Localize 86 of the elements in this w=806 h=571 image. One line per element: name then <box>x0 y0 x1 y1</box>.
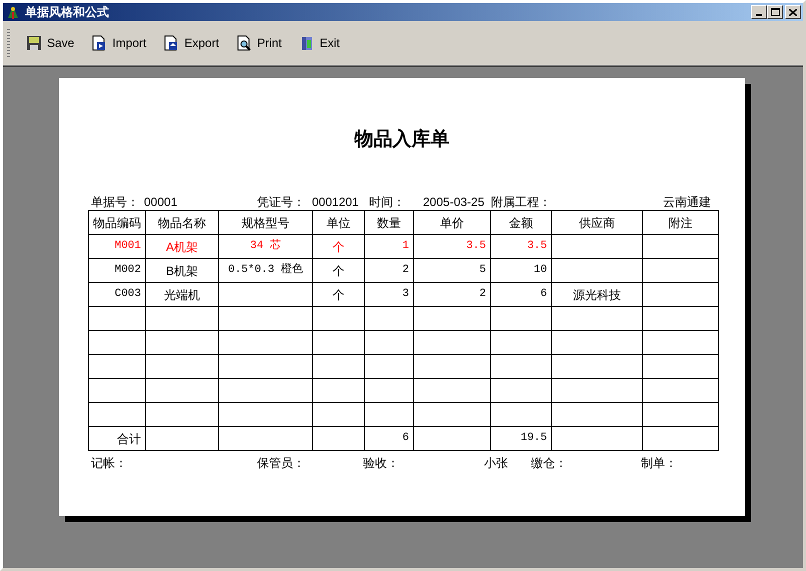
table-cell: 光端机 <box>146 282 218 306</box>
table-cell: 2 <box>414 282 490 306</box>
minimize-button[interactable] <box>751 5 767 19</box>
table-cell <box>490 354 552 378</box>
table-cell <box>490 306 552 330</box>
table-cell: 19.5 <box>490 426 552 450</box>
column-header: 单价 <box>414 210 490 234</box>
close-button[interactable] <box>785 5 801 19</box>
table-cell: 2 <box>364 258 414 282</box>
table-cell <box>364 378 414 402</box>
toolbar-button[interactable]: Exit <box>296 32 342 54</box>
table-cell <box>88 402 146 426</box>
field-label: 附属工程： <box>491 194 552 209</box>
table-cell: 个 <box>312 282 364 306</box>
table-cell <box>88 378 146 402</box>
document-arrow-icon <box>163 35 180 51</box>
toolbar-button[interactable]: Save <box>24 32 76 54</box>
close-icon <box>789 8 797 16</box>
field-value: 云南通建 <box>663 194 711 209</box>
table-cell: M002 <box>88 258 146 282</box>
table-cell: 5 <box>414 258 490 282</box>
column-header: 物品名称 <box>146 210 218 234</box>
table-cell <box>312 354 364 378</box>
table-cell: C003 <box>88 282 146 306</box>
minimize-icon <box>756 14 762 16</box>
table-cell: 0.5*0.3 橙色 <box>218 258 312 282</box>
toolbar-button[interactable]: Import <box>89 32 148 54</box>
maximize-icon <box>770 8 780 16</box>
table-cell: 1 <box>364 234 414 258</box>
field-label: 时间： <box>369 194 406 209</box>
table-cell: 10 <box>490 258 552 282</box>
column-header: 金额 <box>490 210 552 234</box>
window-title: 单据风格和公式 <box>25 4 109 21</box>
table-cell <box>88 306 146 330</box>
table-cell <box>312 330 364 354</box>
report-title: 物品入库单 <box>353 128 450 152</box>
column-header: 数量 <box>364 210 414 234</box>
table-cell <box>312 426 364 450</box>
table-cell: 个 <box>312 258 364 282</box>
table-cell: 3.5 <box>414 234 490 258</box>
column-header: 物品编码 <box>88 210 146 234</box>
table-cell <box>88 354 146 378</box>
document-magnifier-icon <box>236 35 252 51</box>
field-label: 单据号： <box>91 194 140 209</box>
column-header: 附注 <box>642 210 718 234</box>
table-cell: A机架 <box>146 234 218 258</box>
field-label: 制单： <box>641 455 677 472</box>
table-cell: 个 <box>312 234 364 258</box>
maximize-button[interactable] <box>767 5 783 19</box>
app-icon <box>5 4 21 20</box>
table-cell: 合计 <box>88 426 146 450</box>
field-label: 验收： <box>363 455 400 472</box>
table-cell: 源光科技 <box>552 282 642 306</box>
field-value: 0001201 <box>312 194 360 209</box>
table-cell: 6 <box>490 282 552 306</box>
field-value: 00001 <box>144 194 178 209</box>
column-header: 单位 <box>312 210 364 234</box>
table-cell <box>88 330 146 354</box>
toolbar-button[interactable]: Export <box>161 32 222 54</box>
field-label: 记帐： <box>91 455 128 472</box>
table-cell <box>312 402 364 426</box>
document-arrow-icon <box>91 35 108 51</box>
table-cell: 6 <box>364 426 414 450</box>
table-cell: 34 芯 <box>218 234 312 258</box>
table-cell <box>312 306 364 330</box>
table-cell: M001 <box>88 234 146 258</box>
table-cell <box>490 402 552 426</box>
table-cell <box>364 354 414 378</box>
toolbar-button[interactable]: Print <box>234 32 284 54</box>
table-cell: 3 <box>364 282 414 306</box>
toolbar-gripper[interactable] <box>7 29 10 57</box>
column-header: 供应商 <box>552 210 642 234</box>
table-cell <box>364 306 414 330</box>
table-cell <box>312 378 364 402</box>
table-cell: 3.5 <box>490 234 552 258</box>
table-cell: B机架 <box>146 258 218 282</box>
table-cell <box>490 330 552 354</box>
field-label: 凭证号： <box>257 194 306 209</box>
field-value: 小张 <box>483 455 509 472</box>
table-cell <box>490 378 552 402</box>
table-cell <box>364 402 414 426</box>
field-label: 保管员： <box>257 455 306 472</box>
field-value: 2005-03-25 <box>423 194 486 209</box>
column-header: 规格型号 <box>218 210 312 234</box>
table-cell <box>364 330 414 354</box>
field-label: 缴仓： <box>531 455 568 472</box>
